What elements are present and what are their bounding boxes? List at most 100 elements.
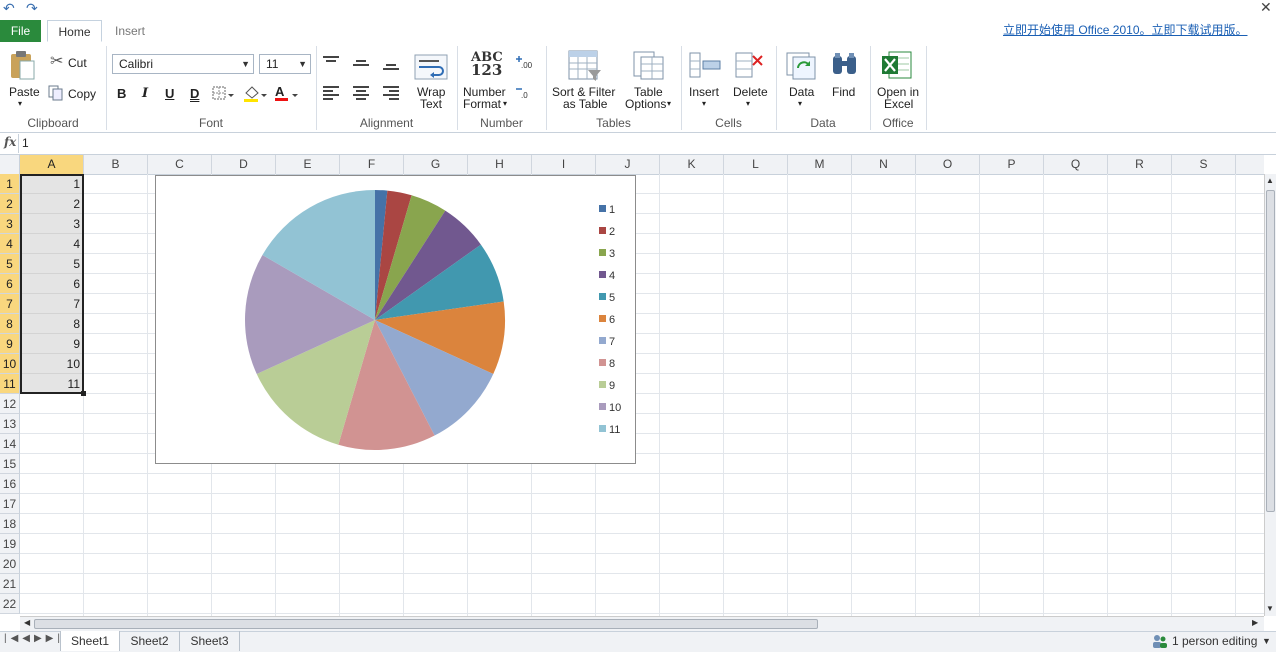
insert-cells-dropdown-icon[interactable]: ▾ — [702, 99, 706, 108]
wrap-text-icon[interactable] — [414, 54, 448, 83]
row-header-17[interactable]: 17 — [0, 494, 20, 514]
fill-color-icon[interactable] — [242, 84, 268, 105]
wrap-text-button-line2[interactable]: Text — [420, 97, 442, 111]
row-header-1[interactable]: 1 — [0, 174, 20, 194]
column-header-s[interactable]: S — [1172, 155, 1236, 174]
row-header-4[interactable]: 4 — [0, 234, 20, 254]
paste-icon[interactable] — [8, 50, 38, 80]
open-in-excel-button-line2[interactable]: Excel — [884, 97, 913, 111]
column-header-l[interactable]: L — [724, 155, 788, 174]
align-bottom-icon[interactable] — [383, 60, 399, 75]
sheet-tab-3[interactable]: Sheet3 — [180, 631, 240, 651]
table-options-button-line2[interactable]: Options — [625, 97, 666, 111]
row-header-10[interactable]: 10 — [0, 354, 20, 374]
table-options-icon[interactable] — [633, 51, 665, 84]
row-header-21[interactable]: 21 — [0, 574, 20, 594]
italic-button[interactable]: I — [142, 86, 148, 101]
bold-button[interactable]: B — [117, 86, 126, 101]
increase-decimal-icon[interactable]: .00 — [515, 55, 533, 72]
row-header-19[interactable]: 19 — [0, 534, 20, 554]
row-header-9[interactable]: 9 — [0, 334, 20, 354]
paste-button[interactable]: Paste — [9, 85, 40, 99]
row-header-22[interactable]: 22 — [0, 594, 20, 614]
column-header-o[interactable]: O — [916, 155, 980, 174]
tab-file[interactable]: File — [0, 20, 41, 42]
column-header-g[interactable]: G — [404, 155, 468, 174]
row-header-8[interactable]: 8 — [0, 314, 20, 334]
tab-insert[interactable]: Insert — [102, 20, 158, 42]
row-header-5[interactable]: 5 — [0, 254, 20, 274]
copy-icon[interactable] — [48, 85, 64, 104]
table-options-dropdown-icon[interactable]: ▾ — [667, 99, 671, 108]
column-header-n[interactable]: N — [852, 155, 916, 174]
formula-input[interactable]: 1 — [22, 136, 29, 150]
column-header-r[interactable]: R — [1108, 155, 1172, 174]
row-header-16[interactable]: 16 — [0, 474, 20, 494]
font-name-select[interactable]: Calibri ▼ — [112, 54, 254, 74]
row-header-13[interactable]: 13 — [0, 414, 20, 434]
column-header-j[interactable]: J — [596, 155, 660, 174]
data-dropdown-icon[interactable]: ▾ — [798, 99, 802, 108]
scroll-right-icon[interactable]: ▶ — [1252, 618, 1258, 627]
column-header-f[interactable]: F — [340, 155, 404, 174]
find-button[interactable]: Find — [832, 85, 855, 99]
excel-icon[interactable] — [881, 50, 913, 83]
row-header-18[interactable]: 18 — [0, 514, 20, 534]
row-header-20[interactable]: 20 — [0, 554, 20, 574]
redo-icon[interactable]: ↷ — [26, 0, 38, 17]
insert-cells-icon[interactable] — [689, 52, 721, 81]
paste-dropdown-icon[interactable]: ▾ — [18, 99, 22, 108]
scroll-down-icon[interactable]: ▼ — [1266, 604, 1274, 613]
column-header-b[interactable]: B — [84, 155, 148, 174]
select-all-corner[interactable] — [0, 155, 20, 174]
column-header-q[interactable]: Q — [1044, 155, 1108, 174]
column-header-c[interactable]: C — [148, 155, 212, 174]
delete-cells-button[interactable]: Delete — [733, 85, 768, 99]
decrease-decimal-icon[interactable]: .0 — [515, 85, 533, 102]
column-header-p[interactable]: P — [980, 155, 1044, 174]
refresh-data-icon[interactable] — [786, 52, 816, 83]
fill-handle[interactable] — [81, 391, 86, 396]
vertical-scroll-thumb[interactable] — [1266, 190, 1275, 512]
align-top-icon[interactable] — [323, 56, 339, 71]
pie-chart[interactable]: 1 2 3 4 5 6 7 8 9 10 11 — [155, 175, 636, 464]
scissors-icon[interactable]: ✂ — [50, 54, 63, 70]
align-center-icon[interactable] — [353, 86, 369, 103]
sheet-tab-1[interactable]: Sheet1 — [60, 631, 120, 651]
horizontal-scroll-thumb[interactable] — [34, 619, 818, 629]
double-underline-button[interactable]: D — [190, 86, 199, 101]
cut-button[interactable]: Cut — [68, 56, 87, 70]
align-right-icon[interactable] — [383, 86, 399, 103]
tab-home[interactable]: Home — [47, 20, 102, 42]
close-icon[interactable]: ✕ — [1260, 0, 1272, 16]
copy-button[interactable]: Copy — [68, 87, 96, 101]
row-header-6[interactable]: 6 — [0, 274, 20, 294]
status-dropdown-icon[interactable]: ▼ — [1262, 636, 1271, 646]
font-color-icon[interactable]: A — [273, 84, 299, 105]
scroll-up-icon[interactable]: ▲ — [1266, 176, 1274, 185]
row-header-3[interactable]: 3 — [0, 214, 20, 234]
align-left-icon[interactable] — [323, 86, 339, 103]
find-icon[interactable] — [830, 52, 860, 81]
align-middle-icon[interactable] — [353, 58, 369, 73]
row-header-7[interactable]: 7 — [0, 294, 20, 314]
insert-cells-button[interactable]: Insert — [689, 85, 719, 99]
column-header-i[interactable]: I — [532, 155, 596, 174]
number-format-dropdown-icon[interactable]: ▾ — [503, 99, 507, 108]
row-header-15[interactable]: 15 — [0, 454, 20, 474]
undo-icon[interactable]: ↶ — [3, 0, 15, 17]
underline-button[interactable]: U — [165, 86, 174, 101]
column-header-k[interactable]: K — [660, 155, 724, 174]
column-header-d[interactable]: D — [212, 155, 276, 174]
scroll-left-icon[interactable]: ◀ — [24, 618, 30, 627]
row-header-11[interactable]: 11 — [0, 374, 20, 394]
number-format-button-line2[interactable]: Format — [463, 97, 501, 111]
row-header-14[interactable]: 14 — [0, 434, 20, 454]
font-size-select[interactable]: 11 ▼ — [259, 54, 311, 74]
borders-icon[interactable] — [212, 86, 234, 105]
sheet-tab-2[interactable]: Sheet2 — [120, 631, 180, 651]
number-format-icon[interactable]: ABC 123 — [471, 51, 503, 78]
column-header-e[interactable]: E — [276, 155, 340, 174]
sort-filter-icon[interactable] — [568, 50, 602, 85]
sort-filter-button-line2[interactable]: as Table — [563, 97, 607, 111]
